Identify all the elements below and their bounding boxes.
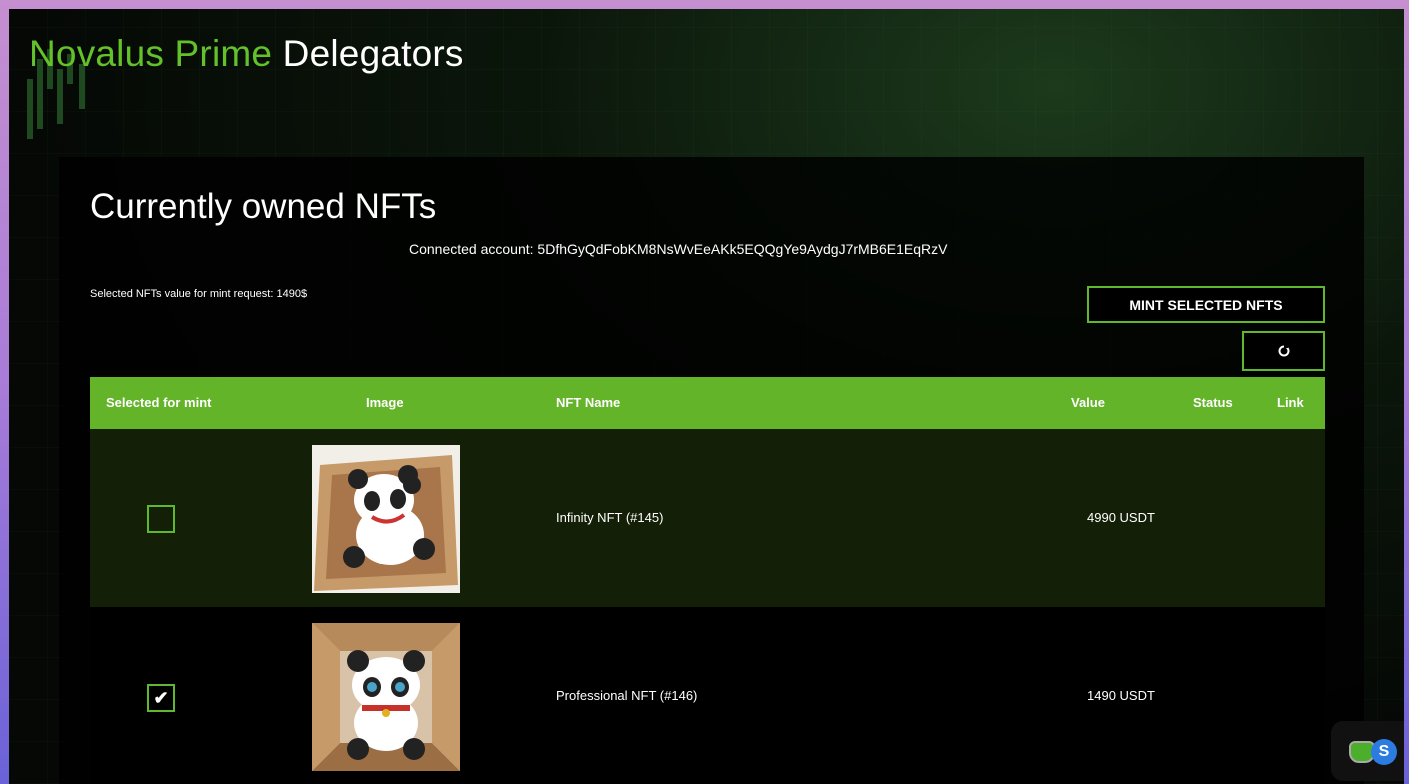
nft-value: 1490 USDT <box>1087 688 1155 703</box>
select-checkbox[interactable]: ✔ <box>147 684 175 712</box>
page-title: Currently owned NFTs <box>90 187 437 226</box>
check-icon: ✔ <box>153 687 169 708</box>
panda-nft-image <box>312 623 460 771</box>
header-selected: Selected for mint <box>106 395 212 410</box>
panda-nft-image <box>312 445 460 593</box>
nft-name: Professional NFT (#146) <box>556 688 698 703</box>
nft-value: 4990 USDT <box>1087 510 1155 525</box>
extension-widget[interactable]: S <box>1331 721 1404 781</box>
refresh-icon <box>1278 344 1289 357</box>
mint-selected-button[interactable]: MINT SELECTED NFTS <box>1087 286 1325 323</box>
nft-name: Infinity NFT (#145) <box>556 510 664 525</box>
select-checkbox[interactable] <box>147 505 175 533</box>
table-row: ✔ Professional NFT (#146) 1490 USDT <box>90 607 1325 784</box>
nft-panel: Currently owned NFTs Connected account: … <box>59 157 1364 784</box>
header-status: Status <box>1193 395 1233 410</box>
s-badge-icon: S <box>1371 739 1397 765</box>
site-title-white: Delegators <box>282 33 464 74</box>
connected-account: Connected account: 5DfhGyQdFobKM8NsWvEeA… <box>409 241 948 257</box>
header-image: Image <box>366 395 404 410</box>
refresh-button[interactable] <box>1242 331 1325 371</box>
header-value: Value <box>1071 395 1105 410</box>
header-name: NFT Name <box>556 395 621 410</box>
header-link: Link <box>1277 395 1304 410</box>
app-frame: Novalus Prime Delegators Currently owned… <box>9 9 1404 784</box>
selected-value-text: Selected NFTs value for mint request: 14… <box>90 288 308 300</box>
site-title-green: Novalus Prime <box>29 33 273 74</box>
table-row: Infinity NFT (#145) 4990 USDT <box>90 429 1325 607</box>
site-title: Novalus Prime Delegators <box>29 33 464 75</box>
table-header: Selected for mint Image NFT Name Value S… <box>90 377 1325 429</box>
